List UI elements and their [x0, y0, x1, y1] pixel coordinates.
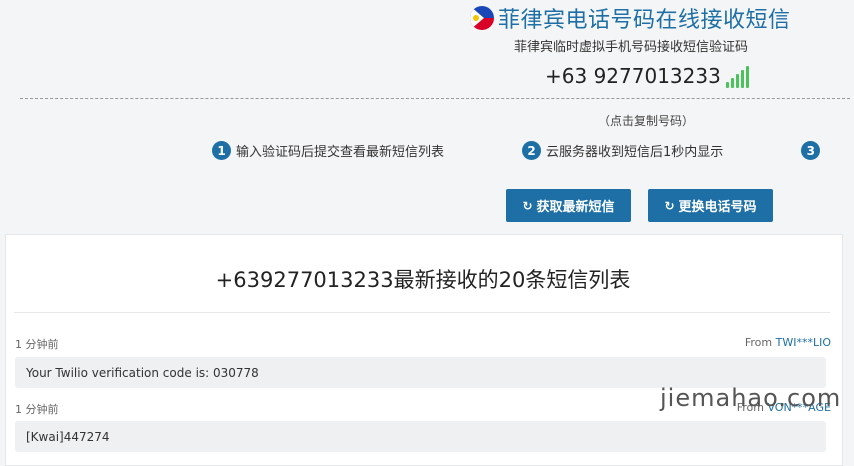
change-number-label: 更换电话号码 — [678, 200, 757, 215]
step-number: 3 — [801, 141, 821, 160]
message-time: 1 分钟前 — [15, 403, 59, 416]
divider — [14, 312, 830, 313]
step-number: 1 — [212, 141, 231, 160]
phone-number-row[interactable]: +63 9277013233 — [545, 64, 751, 88]
page-title: 菲律宾电话号码在线接收短信 — [498, 8, 791, 33]
step-3: 3 — [801, 141, 825, 160]
signal-bars-icon — [725, 66, 751, 88]
message-body: [Kwai]447274 — [15, 421, 826, 452]
step-text: 输入验证码后提交查看最新短信列表 — [236, 145, 445, 160]
phone-number[interactable]: +63 9277013233 — [545, 64, 721, 88]
step-text: 云服务器收到短信后1秒内显示 — [546, 145, 724, 160]
divider — [20, 98, 850, 99]
message-meta: 1 分钟前 From TWI***LIO — [15, 336, 831, 352]
philippines-flag-icon — [470, 6, 494, 30]
step-number: 2 — [522, 141, 542, 160]
message-list-title: +639277013233最新接收的20条短信列表 — [215, 268, 631, 292]
title-row: 菲律宾电话号码在线接收短信 — [470, 2, 791, 34]
message-sender: From TWI***LIO — [744, 336, 831, 349]
sender-link[interactable]: TWI***LIO — [776, 336, 831, 349]
refresh-messages-button[interactable]: ↻ 获取最新短信 — [506, 189, 631, 222]
header: 菲律宾电话号码在线接收短信 菲律宾临时虚拟手机号码接收短信验证码 +63 927… — [0, 0, 854, 100]
watermark: jiemahao.com — [660, 384, 842, 412]
step-2: 2 云服务器收到短信后1秒内显示 — [522, 141, 723, 160]
refresh-icon: ↻ — [522, 198, 533, 213]
message-time: 1 分钟前 — [15, 338, 59, 351]
page-subtitle: 菲律宾临时虚拟手机号码接收短信验证码 — [514, 40, 749, 55]
refresh-icon: ↻ — [664, 198, 675, 213]
steps: 1 输入验证码后提交查看最新短信列表 2 云服务器收到短信后1秒内显示 3 — [212, 141, 854, 160]
refresh-messages-label: 获取最新短信 — [536, 200, 615, 215]
copy-hint: （点击复制号码） — [598, 114, 695, 128]
change-number-button[interactable]: ↻ 更换电话号码 — [648, 189, 773, 222]
step-1: 1 输入验证码后提交查看最新短信列表 — [212, 141, 444, 160]
